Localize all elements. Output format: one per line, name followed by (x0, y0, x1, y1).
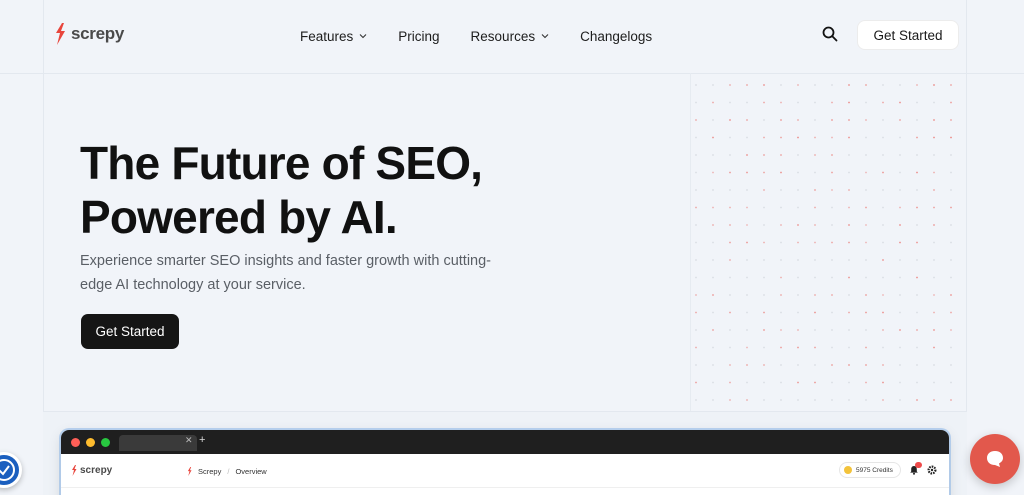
accessibility-button[interactable] (0, 452, 22, 488)
hero-title-line-1: The Future of SEO, (80, 137, 483, 189)
get-started-hero-button[interactable]: Get Started (81, 314, 179, 349)
chevron-down-icon (359, 34, 367, 39)
close-window-dot (71, 438, 80, 447)
app-logo-text: screpy (80, 465, 113, 476)
breadcrumb-item: Screpy (198, 467, 222, 476)
breadcrumb-separator: / (227, 467, 230, 476)
nav-item-changelogs[interactable]: Changelogs (580, 29, 652, 44)
nav-item-label: Pricing (398, 28, 440, 44)
top-nav: screpy Features Pricing Resources Change… (0, 0, 1024, 73)
nav-item-label: Resources (470, 28, 536, 44)
nav-item-pricing[interactable]: Pricing (398, 29, 439, 44)
accessibility-icon (0, 459, 15, 481)
screpy-logo-icon (72, 465, 77, 476)
credits-badge: 5975 Credits (839, 462, 901, 478)
search-button[interactable] (822, 26, 838, 42)
chat-widget-button[interactable] (970, 434, 1020, 484)
nav-item-label: Changelogs (580, 28, 653, 44)
browser-title-bar: ✕ + (61, 430, 949, 454)
brand-logo[interactable]: screpy (54, 23, 124, 45)
search-icon (822, 26, 838, 42)
breadcrumb-item: Overview (235, 467, 267, 476)
get-started-nav-button[interactable]: Get Started (857, 20, 959, 50)
maximize-window-dot (101, 438, 110, 447)
chat-bubble-icon (987, 451, 1003, 467)
app-top-bar: screpy Screpy / Overview 5975 Credits (61, 454, 949, 488)
nav-item-features[interactable]: Features (300, 29, 367, 44)
hero-subtitle: Experience smarter SEO insights and fast… (80, 253, 492, 293)
gear-icon (927, 465, 937, 475)
nav-links: Features Pricing Resources Changelogs (300, 26, 683, 46)
screpy-logo-icon (187, 467, 192, 476)
chevron-down-icon (541, 34, 549, 39)
credits-label: 5975 Credits (856, 466, 893, 474)
coin-icon (844, 466, 852, 474)
hero-title-line-2: Powered by AI. (80, 191, 398, 243)
breadcrumb: Screpy / Overview (187, 467, 267, 476)
hero-title: The Future of SEO, Powered by AI. (80, 136, 600, 244)
notification-badge (915, 462, 922, 468)
nav-item-resources[interactable]: Resources (471, 29, 550, 44)
screpy-logo-icon (56, 23, 65, 45)
app-logo: screpy (71, 465, 112, 476)
new-tab-icon: + (199, 434, 206, 446)
dot-grid-pattern (695, 84, 952, 401)
minimize-window-dot (86, 438, 95, 447)
nav-item-label: Features (300, 28, 354, 44)
tab-close-icon: ✕ (185, 435, 193, 445)
brand-name: screpy (71, 24, 125, 43)
product-preview-window: ✕ + screpy Screpy / Overview 5975 Credit… (61, 430, 949, 495)
